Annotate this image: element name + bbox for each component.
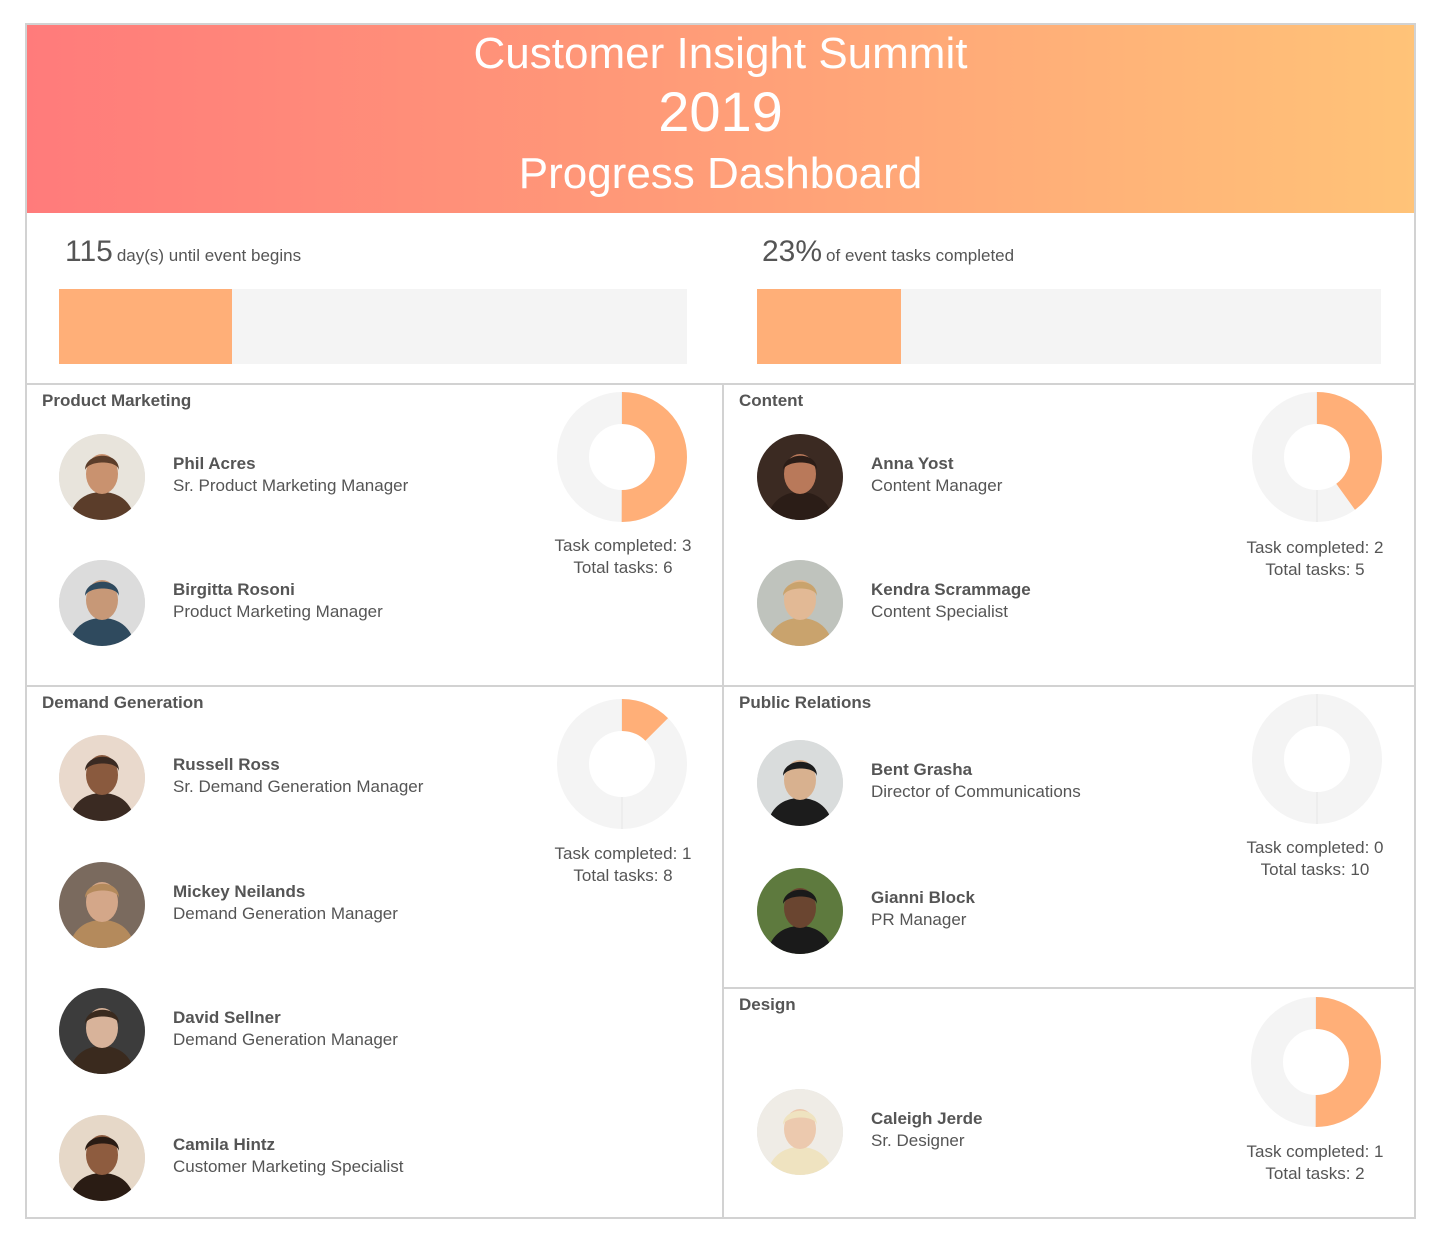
days-progress-bar (59, 289, 687, 364)
dashboard-title: Progress Dashboard (518, 149, 923, 198)
tasks-total-text: Total tasks: 5 (1265, 560, 1365, 579)
tasks-completed-text: Task completed: 1 (1246, 1142, 1384, 1161)
member-name: Camila Hintz (173, 1135, 276, 1154)
avatar (59, 1115, 145, 1201)
task-donut-chart (1251, 997, 1381, 1127)
team-member: Kendra Scrammage Content Specialist (757, 560, 1177, 650)
team-member: Phil Acres Sr. Product Marketing Manager (59, 434, 479, 524)
team-member: David Sellner Demand Generation Manager (59, 988, 479, 1078)
team-panel-demand-generation: Demand Generation Russell Ross Sr. Demand … (27, 685, 724, 1217)
team-member: Caleigh Jerde Sr. Designer (757, 1089, 1177, 1179)
team-member: Mickey Neilands Demand Generation Manager (59, 862, 479, 952)
dashboard-frame: Customer Insight Summit 2019 Progress Da… (25, 23, 1416, 1219)
tasks-completed-text: Task completed: 2 (1246, 538, 1384, 557)
team-title: Design (739, 995, 796, 1014)
avatar (757, 1089, 843, 1175)
member-name: Phil Acres (173, 454, 256, 473)
member-role: Demand Generation Manager (173, 1030, 398, 1049)
avatar (59, 735, 145, 821)
days-progress-fill (59, 289, 232, 364)
member-role: PR Manager (871, 910, 967, 929)
avatar (59, 862, 145, 948)
tasks-total-text: Total tasks: 10 (1260, 860, 1370, 879)
days-kpi: 115 day(s) until event begins (27, 213, 722, 383)
tasks-label: of event tasks completed (826, 246, 1015, 265)
team-member: Birgitta Rosoni Product Marketing Manager (59, 560, 479, 650)
tasks-total-text: Total tasks: 2 (1265, 1164, 1365, 1183)
task-stats: Task completed: 1 Total tasks: 8 (523, 843, 723, 887)
member-role: Director of Communications (871, 782, 1081, 801)
member-role: Content Specialist (871, 602, 1009, 621)
member-role: Sr. Demand Generation Manager (173, 777, 424, 796)
team-panel-product-marketing: Product Marketing Phil Acres Sr. Product M… (27, 383, 724, 685)
avatar (59, 988, 145, 1074)
team-title: Content (739, 391, 804, 410)
team-panel-design: Design Caleigh Jerde Sr. Designer Task comp… (724, 987, 1414, 1217)
member-role: Content Manager (871, 476, 1003, 495)
tasks-total-text: Total tasks: 8 (573, 866, 673, 885)
member-name: David Sellner (173, 1008, 281, 1027)
member-role: Customer Marketing Specialist (173, 1157, 404, 1176)
member-role: Demand Generation Manager (173, 904, 398, 923)
task-donut-chart (1252, 392, 1382, 522)
team-member: Anna Yost Content Manager (757, 434, 1177, 524)
team-title: Demand Generation (42, 693, 204, 712)
team-member: Russell Ross Sr. Demand Generation Manage… (59, 735, 479, 825)
member-name: Kendra Scrammage (871, 580, 1031, 599)
days-label: day(s) until event begins (116, 246, 302, 265)
task-donut-chart (557, 699, 687, 829)
avatar (757, 560, 843, 646)
avatar (757, 434, 843, 520)
tasks-completed-text: Task completed: 1 (554, 844, 692, 863)
member-role: Sr. Designer (871, 1131, 965, 1150)
event-title: Customer Insight Summit (473, 29, 968, 78)
team-member: Bent Grasha Director of Communications (757, 740, 1177, 830)
team-member: Gianni Block PR Manager (757, 868, 1177, 958)
event-year: 2019 (658, 80, 783, 143)
member-role: Product Marketing Manager (173, 602, 383, 621)
member-name: Anna Yost (871, 454, 954, 473)
member-name: Gianni Block (871, 888, 975, 907)
task-stats: Task completed: 0 Total tasks: 10 (1215, 837, 1414, 881)
days-value: 115 (65, 235, 113, 268)
member-name: Mickey Neilands (173, 882, 306, 901)
avatar (59, 560, 145, 646)
avatar (757, 740, 843, 826)
tasks-progress-bar (757, 289, 1381, 364)
team-title: Product Marketing (42, 391, 192, 410)
member-name: Russell Ross (173, 755, 280, 774)
team-member: Camila Hintz Customer Marketing Specialis… (59, 1115, 479, 1205)
tasks-completed-text: Task completed: 3 (554, 536, 692, 555)
task-stats: Task completed: 3 Total tasks: 6 (523, 535, 723, 579)
tasks-completed-text: Task completed: 0 (1246, 838, 1384, 857)
member-name: Birgitta Rosoni (173, 580, 295, 599)
member-name: Bent Grasha (871, 760, 973, 779)
avatar (757, 868, 843, 954)
member-name: Caleigh Jerde (871, 1109, 983, 1128)
tasks-kpi: 23% of event tasks completed (722, 213, 1414, 383)
task-stats: Task completed: 2 Total tasks: 5 (1215, 537, 1414, 581)
task-donut-chart (1252, 694, 1382, 824)
member-role: Sr. Product Marketing Manager (173, 476, 409, 495)
tasks-value: 23% (762, 235, 823, 268)
dashboard-header: Customer Insight Summit 2019 Progress Da… (27, 25, 1414, 213)
avatar (59, 434, 145, 520)
task-stats: Task completed: 1 Total tasks: 2 (1215, 1141, 1414, 1185)
tasks-total-text: Total tasks: 6 (573, 558, 673, 577)
team-title: Public Relations (739, 693, 872, 712)
task-donut-chart (557, 392, 687, 522)
team-panel-content: Content Anna Yost Content Manager Kendra Sc… (724, 383, 1414, 685)
tasks-progress-fill (757, 289, 901, 364)
team-panel-public-relations: Public Relations Bent Grasha Director of C… (724, 685, 1414, 987)
